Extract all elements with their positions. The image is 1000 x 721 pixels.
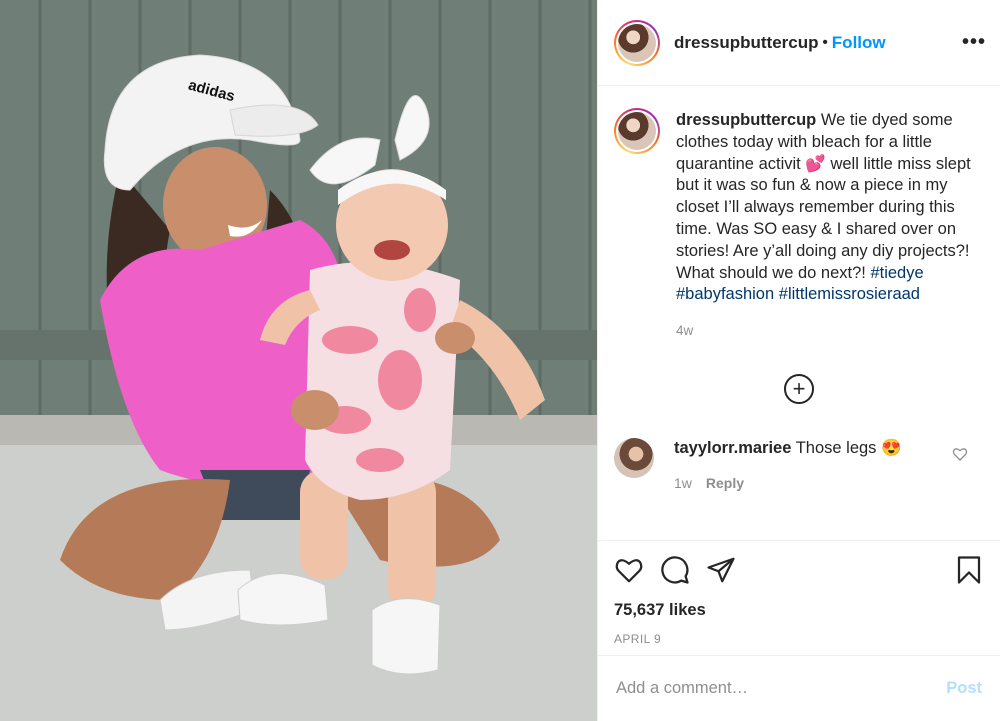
avatar-image (618, 112, 656, 150)
hashtag-link[interactable]: #babyfashion (676, 285, 774, 303)
hashtag-link[interactable]: #littlemissrosieraad (779, 285, 920, 303)
photo-illustration: adidas (0, 0, 597, 721)
caption-text: We tie dyed some clothes today with blea… (676, 111, 971, 282)
comment-text: Those legs 😍 (791, 438, 902, 457)
like-heart-icon[interactable] (614, 555, 644, 585)
post-header: dressupbuttercup • Follow ••• (598, 0, 1000, 86)
caption: dressupbuttercup We tie dyed some clothe… (614, 108, 984, 342)
add-comment-bar: Post (598, 655, 1000, 721)
post-date[interactable]: APRIL 9 (614, 632, 984, 646)
caption-avatar[interactable] (614, 108, 660, 154)
post-actions: 75,637 likes APRIL 9 (598, 540, 1000, 655)
post-photo[interactable]: adidas (0, 0, 597, 721)
post-comment-button[interactable]: Post (946, 679, 982, 698)
post-sidebar: dressupbuttercup • Follow ••• dressupbut… (597, 0, 1000, 721)
author-username[interactable]: dressupbuttercup (674, 33, 819, 53)
separator-dot: • (822, 34, 828, 51)
more-options-icon[interactable]: ••• (962, 31, 986, 54)
follow-button[interactable]: Follow (832, 33, 886, 53)
author-avatar[interactable] (614, 19, 660, 66)
caption-age[interactable]: 4w (676, 320, 984, 342)
action-icons (614, 553, 984, 587)
caption-username[interactable]: dressupbuttercup (676, 111, 816, 129)
commenter-avatar[interactable] (614, 437, 654, 478)
commenter-username[interactable]: tayylorr.mariee (674, 439, 791, 457)
like-count[interactable]: 75,637 likes (614, 601, 984, 620)
caption-body: dressupbuttercup We tie dyed some clothe… (676, 110, 984, 342)
save-bookmark-icon[interactable] (954, 555, 984, 585)
reply-button[interactable]: Reply (706, 475, 744, 491)
comment-body: tayylorr.mariee Those legs 😍 1w Reply (674, 438, 902, 494)
post-window: adidas dressupbuttercup • Follow ••• dre… (0, 0, 1000, 721)
avatar-image (618, 23, 656, 62)
comment-like-heart-icon[interactable] (952, 446, 968, 462)
comment-age[interactable]: 1w (674, 475, 692, 491)
load-more-comments-icon[interactable]: + (784, 373, 814, 404)
comment-item: tayylorr.mariee Those legs 😍 1w Reply (614, 437, 984, 494)
comment-bubble-icon[interactable] (660, 555, 690, 585)
comment-meta: 1w Reply (674, 473, 902, 494)
comment-input[interactable] (616, 679, 947, 698)
hashtag-link[interactable]: #tiedye (870, 264, 923, 282)
comments-area[interactable]: dressupbuttercup We tie dyed some clothe… (598, 86, 1000, 540)
share-send-icon[interactable] (706, 555, 736, 585)
